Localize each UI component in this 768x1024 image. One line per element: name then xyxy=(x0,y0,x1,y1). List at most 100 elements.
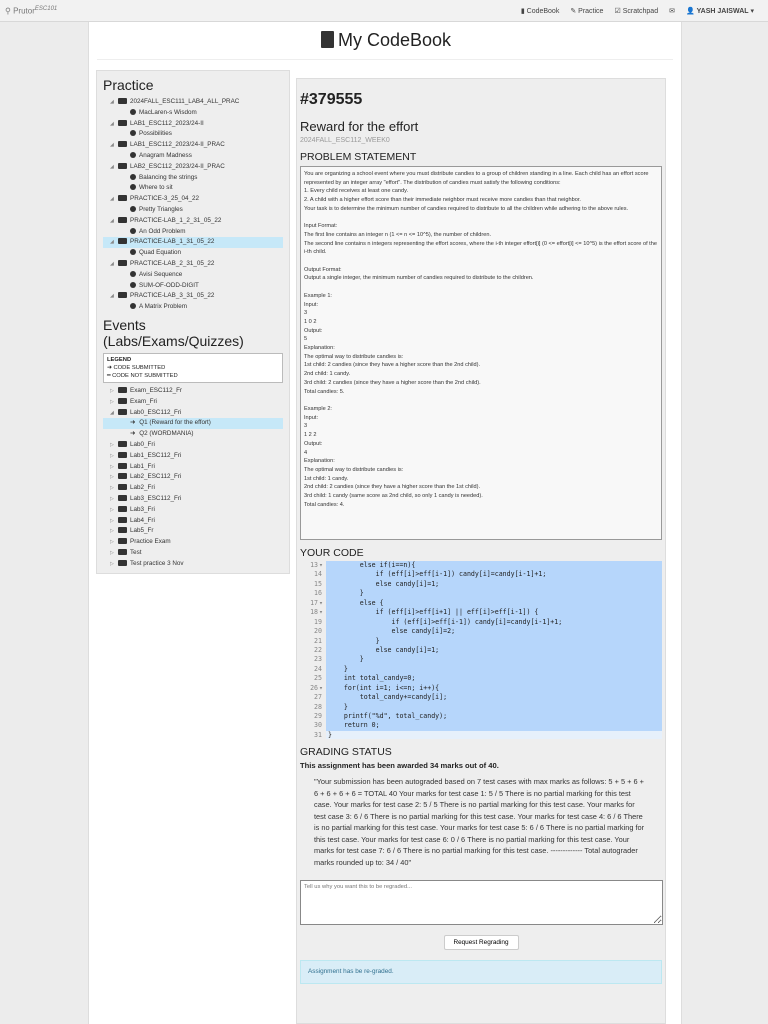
tree-item[interactable]: Anagram Madness xyxy=(103,151,283,162)
regrade-reason-input[interactable] xyxy=(300,880,663,925)
tree-folder[interactable]: ◢ 2024FALL_ESC111_LAB4_ALL_PRAC xyxy=(103,97,283,108)
fold-icon[interactable]: ▾ xyxy=(319,561,323,569)
caret-right-icon[interactable]: ▷ xyxy=(110,505,118,516)
caret-down-icon[interactable]: ◢ xyxy=(110,237,118,248)
tree-item[interactable]: ➜ Q1 (Reward for the effort) xyxy=(103,418,283,430)
caret-right-icon[interactable]: ▷ xyxy=(110,548,118,559)
tree-item[interactable]: Possibilities xyxy=(103,129,283,140)
caret-down-icon[interactable]: ◢ xyxy=(110,259,118,270)
tree-folder[interactable]: ▷ Lab4_Fri xyxy=(103,516,283,527)
tree-item[interactable]: Where to sit xyxy=(103,183,283,194)
tree-item[interactable]: Pretty Triangles xyxy=(103,205,283,216)
line-number: 19 xyxy=(300,617,326,628)
tree-folder[interactable]: ▷ Lab2_ESC112_Fri xyxy=(103,472,283,483)
line-number: 28 xyxy=(300,702,326,712)
nav-scratchpad[interactable]: ☑ Scratchpad xyxy=(614,7,658,15)
folder-icon xyxy=(118,292,127,299)
caret-down-icon[interactable]: ◢ xyxy=(110,216,118,227)
tree-folder[interactable]: ▷ Exam_Fri xyxy=(103,397,283,408)
events-tree: ▷ Exam_ESC112_Fr ▷ Exam_Fri ◢ Lab0_ESC112_Fri… xyxy=(103,386,283,570)
caret-right-icon[interactable]: ▷ xyxy=(110,462,118,473)
caret-down-icon[interactable]: ◢ xyxy=(110,194,118,205)
tree-item[interactable]: Balancing the strings xyxy=(103,173,283,184)
caret-right-icon[interactable]: ▷ xyxy=(110,451,118,462)
tree-folder[interactable]: ◢ Lab0_ESC112_Fri xyxy=(103,408,283,419)
question-icon xyxy=(130,130,136,137)
tree-folder[interactable]: ▷ Lab0_Fri xyxy=(103,440,283,451)
code-editor[interactable]: 13▾ else if(i==n){14 if (eff[i]>eff[i-1]… xyxy=(300,561,662,739)
tree-folder[interactable]: ▷ Lab1_ESC112_Fri xyxy=(103,451,283,462)
tree-folder[interactable]: ◢ LAB1_ESC112_2023/24-II xyxy=(103,119,283,130)
regrade-alert: Assignment has be re-graded. xyxy=(300,960,662,984)
caret-down-icon[interactable]: ◢ xyxy=(110,140,118,151)
line-number: 25 xyxy=(300,674,326,684)
minus-icon: ━ xyxy=(107,372,111,379)
tree-folder[interactable]: ▷ Exam_ESC112_Fr xyxy=(103,386,283,397)
code-line: 17▾ else { xyxy=(300,598,662,609)
code-line: 25 int total_candy=0; xyxy=(300,674,662,684)
submitted-arrow-icon: ➜ xyxy=(130,430,136,438)
mail-icon[interactable]: ✉ xyxy=(669,7,675,15)
tree-folder[interactable]: ▷ Lab3_ESC112_Fri xyxy=(103,494,283,505)
nav-practice[interactable]: ✎ Practice xyxy=(570,7,603,15)
tree-folder[interactable]: ▷ Practice Exam xyxy=(103,537,283,548)
problem-course: 2024FALL_ESC112_WEEK0 xyxy=(300,137,390,144)
line-number: 13▾ xyxy=(300,561,326,571)
tree-folder[interactable]: ◢ PRACTICE-LAB_3_31_05_22 xyxy=(103,291,283,302)
fold-icon[interactable]: ▾ xyxy=(319,608,323,616)
caret-down-icon[interactable]: ◢ xyxy=(110,97,118,108)
nav-codebook[interactable]: ▮ CodeBook xyxy=(521,7,560,15)
tree-folder[interactable]: ▷ Lab1_Fri xyxy=(103,462,283,473)
tree-folder[interactable]: ▷ Lab3_Fri xyxy=(103,505,283,516)
tree-folder[interactable]: ◢ PRACTICE-LAB_1_31_05_22 xyxy=(103,237,283,249)
tree-folder[interactable]: ▷ Lab2_Fri xyxy=(103,483,283,494)
fold-icon[interactable]: ▾ xyxy=(319,599,323,607)
caret-right-icon[interactable]: ▷ xyxy=(110,559,118,570)
request-regrading-button[interactable]: Request Regrading xyxy=(443,935,519,950)
caret-down-icon[interactable]: ◢ xyxy=(110,119,118,130)
caret-right-icon[interactable]: ▷ xyxy=(110,526,118,537)
tree-item[interactable]: An Odd Problem xyxy=(103,227,283,238)
caret-right-icon[interactable]: ▷ xyxy=(110,516,118,527)
tree-folder[interactable]: ◢ PRACTICE-LAB_2_31_05_22 xyxy=(103,259,283,270)
brand-logo[interactable]: ⚲ PrutorESC101 xyxy=(5,6,57,16)
folder-icon xyxy=(118,238,127,245)
tree-item[interactable]: SUM-OF-ODD-DIGIT xyxy=(103,281,283,292)
problem-panel: #379555 Reward for the effort 2024FALL_E… xyxy=(296,78,666,1024)
caret-right-icon[interactable]: ▷ xyxy=(110,537,118,548)
sidebar: Practice ◢ 2024FALL_ESC111_LAB4_ALL_PRAC M… xyxy=(96,70,290,574)
folder-icon xyxy=(118,408,127,415)
tree-folder[interactable]: ▷ Lab5_Fr xyxy=(103,526,283,537)
tree-item[interactable]: A Matrix Problem xyxy=(103,302,283,313)
caret-down-icon[interactable]: ◢ xyxy=(110,162,118,173)
problem-title: Reward for the effort xyxy=(300,119,419,134)
tree-item[interactable]: Avisi Sequence xyxy=(103,270,283,281)
tree-folder[interactable]: ◢ LAB1_ESC112_2023/24-II_PRAC xyxy=(103,140,283,151)
caret-down-icon[interactable]: ◢ xyxy=(110,291,118,302)
user-menu[interactable]: 👤 YASH JAISWAL ▾ xyxy=(686,7,754,15)
caret-right-icon[interactable]: ▷ xyxy=(110,397,118,408)
tree-item[interactable]: ➜ Q2 (WORDMANIA) xyxy=(103,429,283,440)
tree-item[interactable]: Quad Equation xyxy=(103,248,283,259)
code-line: 23 } xyxy=(300,655,662,665)
caret-right-icon[interactable]: ▷ xyxy=(110,472,118,483)
tree-folder[interactable]: ▷ Test practice 3 Nov xyxy=(103,559,283,570)
caret-right-icon[interactable]: ▷ xyxy=(110,386,118,397)
fold-icon[interactable]: ▾ xyxy=(319,684,323,692)
tree-item[interactable]: MacLaren-s Wisdom xyxy=(103,108,283,119)
line-number: 16 xyxy=(300,589,326,599)
folder-icon xyxy=(118,516,127,523)
caret-right-icon[interactable]: ▷ xyxy=(110,494,118,505)
line-number: 18▾ xyxy=(300,608,326,618)
code-heading: YOUR CODE xyxy=(300,547,364,559)
tree-folder[interactable]: ◢ LAB2_ESC112_2023/24-II_PRAC xyxy=(103,162,283,173)
caret-down-icon[interactable]: ◢ xyxy=(110,408,118,419)
code-line: 15 else candy[i]=1; xyxy=(300,579,662,590)
tree-folder[interactable]: ▷ Test xyxy=(103,548,283,559)
tree-folder[interactable]: ◢ PRACTICE-LAB_1_2_31_05_22 xyxy=(103,216,283,227)
caret-right-icon[interactable]: ▷ xyxy=(110,440,118,451)
tree-folder[interactable]: ◢ PRACTICE-3_25_04_22 xyxy=(103,194,283,205)
caret-right-icon[interactable]: ▷ xyxy=(110,483,118,494)
code-line: 19 if (eff[i]>eff[i-1]) candy[i]=candy[i… xyxy=(300,617,662,628)
question-icon xyxy=(130,173,136,180)
